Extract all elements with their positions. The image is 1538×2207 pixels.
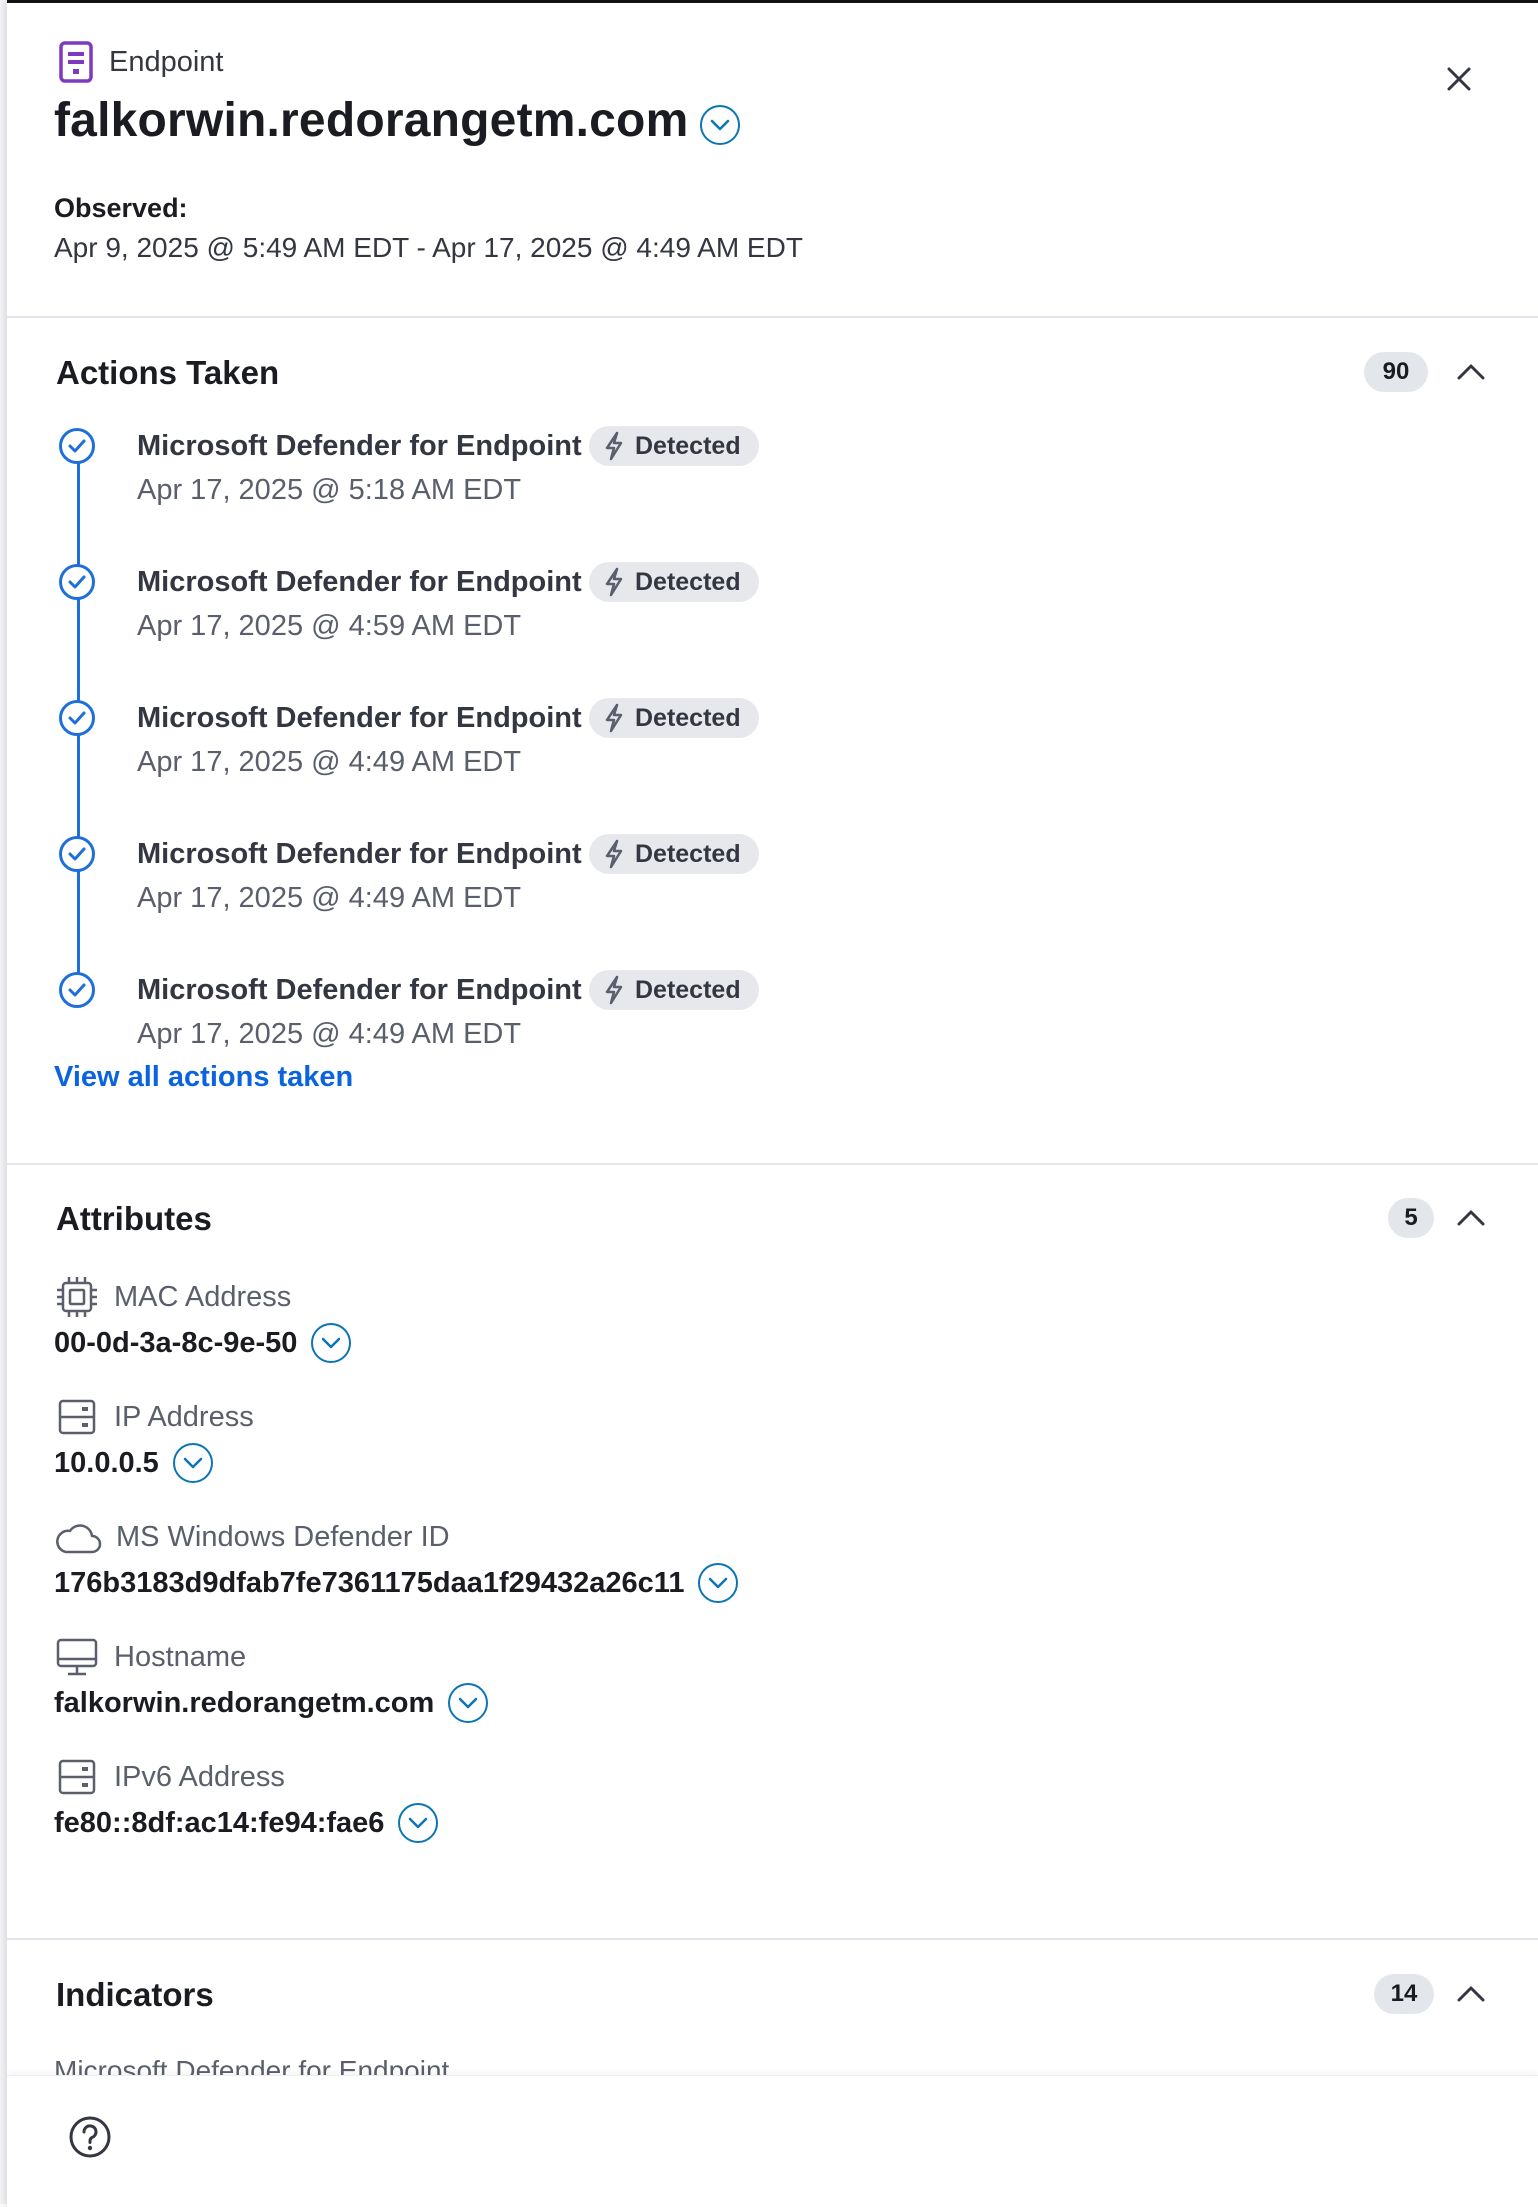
title-row: falkorwin.redorangetm.com: [54, 93, 741, 148]
attribute-defender-id: MS Windows Defender ID 176b3183d9dfab7fe…: [54, 1517, 739, 1603]
chevron-up-icon[interactable]: [1451, 352, 1491, 392]
observed-range: Apr 9, 2025 @ 5:49 AM EDT - Apr 17, 2025…: [54, 232, 803, 263]
status-badge-label: Detected: [635, 975, 741, 1004]
monitor-icon: [56, 1638, 98, 1676]
check-circle-icon: [59, 972, 95, 1008]
attribute-label: IP Address: [114, 1400, 254, 1433]
status-badge: Detected: [589, 698, 759, 738]
status-badge: Detected: [589, 834, 759, 874]
divider: [7, 1938, 1538, 1940]
status-badge-label: Detected: [635, 839, 741, 868]
lightning-icon: [605, 567, 623, 597]
action-source: Microsoft Defender for Endpoint: [137, 838, 582, 870]
status-badge: Detected: [589, 970, 759, 1010]
divider: [7, 316, 1538, 318]
status-badge: Detected: [589, 426, 759, 466]
value-actions-button[interactable]: [311, 1323, 352, 1363]
attribute-value: 10.0.0.5: [54, 1446, 159, 1479]
action-time: Apr 17, 2025 @ 4:49 AM EDT: [137, 1018, 522, 1050]
check-circle-icon: [59, 700, 95, 736]
page-title: falkorwin.redorangetm.com: [54, 94, 689, 147]
flyout-footer: [7, 2075, 1538, 2207]
chevron-down-icon: [711, 119, 730, 130]
status-badge-label: Detected: [635, 431, 741, 460]
check-circle-icon: [59, 428, 95, 464]
attribute-mac-address: MAC Address 00-0d-3a-8c-9e-50: [54, 1277, 352, 1363]
action-time: Apr 17, 2025 @ 4:49 AM EDT: [137, 882, 522, 914]
attribute-value: falkorwin.redorangetm.com: [54, 1686, 435, 1719]
attribute-label: MAC Address: [114, 1280, 292, 1313]
attributes-count-badge: 5: [1388, 1198, 1434, 1238]
close-icon[interactable]: [1439, 59, 1479, 99]
attribute-label: Hostname: [114, 1640, 247, 1673]
actions-section-title: Actions Taken: [56, 354, 280, 391]
action-time: Apr 17, 2025 @ 4:49 AM EDT: [137, 746, 522, 778]
check-circle-icon: [59, 564, 95, 600]
lightning-icon: [605, 703, 623, 733]
attributes-section-title: Attributes: [56, 1200, 212, 1237]
attribute-value: fe80::8df:ac14:fe94:fae6: [54, 1806, 385, 1839]
entity-type-label: Endpoint: [109, 45, 224, 78]
value-actions-button[interactable]: [698, 1563, 739, 1603]
chevron-up-icon[interactable]: [1451, 1198, 1491, 1238]
title-actions-button[interactable]: [700, 104, 741, 145]
status-badge-label: Detected: [635, 703, 741, 732]
endpoint-detail-flyout: Endpoint falkorwin.redorangetm.com Obser…: [7, 0, 1538, 2207]
help-icon[interactable]: [67, 2114, 113, 2160]
server-icon: [58, 1399, 96, 1435]
action-source: Microsoft Defender for Endpoint: [137, 430, 582, 462]
action-time: Apr 17, 2025 @ 5:18 AM EDT: [137, 474, 522, 506]
indicators-count-badge: 14: [1374, 1974, 1434, 2014]
value-actions-button[interactable]: [398, 1803, 439, 1843]
chevron-up-icon[interactable]: [1451, 1974, 1491, 2014]
value-actions-button[interactable]: [448, 1683, 489, 1723]
lightning-icon: [605, 975, 623, 1005]
value-actions-button[interactable]: [172, 1443, 213, 1483]
attribute-ip-address: IP Address 10.0.0.5: [54, 1397, 254, 1483]
chevron-down-icon: [709, 1577, 728, 1589]
entity-type: Endpoint: [59, 41, 224, 83]
attribute-label: MS Windows Defender ID: [116, 1520, 450, 1553]
check-circle-icon: [59, 836, 95, 872]
action-source: Microsoft Defender for Endpoint: [137, 702, 582, 734]
chevron-down-icon: [322, 1337, 341, 1349]
server-icon: [58, 1759, 96, 1795]
document-icon: [59, 41, 93, 83]
view-all-actions-link[interactable]: View all actions taken: [54, 1061, 353, 1094]
divider: [7, 1163, 1538, 1165]
chevron-down-icon: [409, 1817, 428, 1829]
attribute-ipv6-address: IPv6 Address fe80::8df:ac14:fe94:fae6: [54, 1757, 439, 1843]
chevron-down-icon: [459, 1697, 478, 1709]
action-source: Microsoft Defender for Endpoint: [137, 974, 582, 1006]
attribute-label: IPv6 Address: [114, 1760, 285, 1793]
attribute-value: 176b3183d9dfab7fe7361175daa1f29432a26c11: [54, 1566, 685, 1599]
lightning-icon: [605, 431, 623, 461]
observed-label: Observed:: [54, 193, 188, 223]
chevron-down-icon: [183, 1457, 203, 1469]
status-badge-label: Detected: [635, 567, 741, 596]
actions-count-badge: 90: [1364, 352, 1428, 392]
status-badge: Detected: [589, 562, 759, 602]
chip-icon: [57, 1277, 97, 1317]
action-source: Microsoft Defender for Endpoint: [137, 566, 582, 598]
attribute-hostname: Hostname falkorwin.redorangetm.com: [54, 1637, 489, 1723]
cloud-icon: [56, 1524, 102, 1554]
lightning-icon: [605, 839, 623, 869]
indicators-section-title: Indicators: [56, 1976, 214, 2013]
action-time: Apr 17, 2025 @ 4:59 AM EDT: [137, 610, 522, 642]
attribute-value: 00-0d-3a-8c-9e-50: [54, 1326, 298, 1359]
